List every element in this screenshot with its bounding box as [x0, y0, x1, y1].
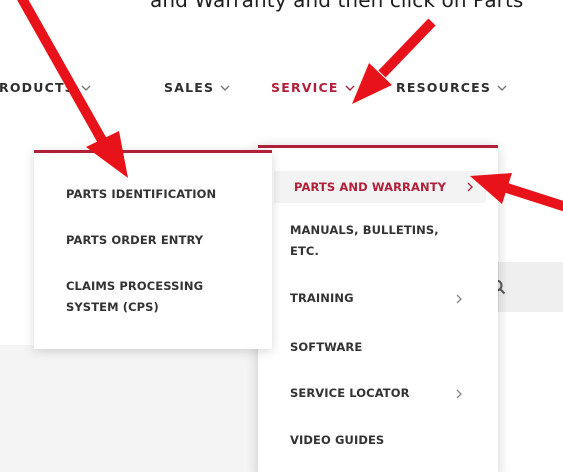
nav-service-label: SERVICE	[271, 80, 339, 95]
menu-item-label: PARTS AND WARRANTY	[294, 180, 447, 194]
screenshot-stage: and Warranty and then click on Parts ROD…	[0, 0, 563, 472]
menu-item-label: TRAINING	[290, 291, 354, 305]
menu-item-label: SERVICE LOCATOR	[290, 386, 410, 400]
service-dropdown-menu: PARTS AND WARRANTY MANUALS, BULLETINS, E…	[258, 145, 498, 472]
chevron-down-icon	[81, 85, 91, 91]
submenu-item-label: PARTS IDENTIFICATION	[66, 187, 217, 201]
menu-item-software[interactable]: SOFTWARE	[290, 337, 480, 358]
menu-item-training[interactable]: TRAINING	[290, 288, 480, 309]
instruction-caption: and Warranty and then click on Parts	[150, 0, 524, 12]
page-background-band	[0, 345, 258, 472]
search-box[interactable]	[498, 262, 563, 312]
nav-sales-label: SALES	[164, 80, 215, 95]
menu-item-parts-and-warranty[interactable]: PARTS AND WARRANTY	[274, 171, 486, 203]
submenu-item-claims-processing[interactable]: CLAIMS PROCESSING SYSTEM (CPS)	[66, 276, 236, 318]
nav-resources[interactable]: RESOURCES	[396, 80, 507, 95]
chevron-right-icon	[456, 294, 462, 304]
menu-item-label: VIDEO GUIDES	[290, 433, 385, 447]
submenu-item-parts-order-entry[interactable]: PARTS ORDER ENTRY	[66, 230, 256, 251]
chevron-down-icon	[497, 85, 507, 91]
nav-service[interactable]: SERVICE	[271, 80, 355, 95]
menu-item-video-guides[interactable]: VIDEO GUIDES	[290, 430, 480, 451]
nav-products-label: RODUCTS	[0, 80, 75, 95]
parts-and-warranty-submenu: PARTS IDENTIFICATION PARTS ORDER ENTRY C…	[34, 150, 272, 349]
menu-item-manuals-bulletins[interactable]: MANUALS, BULLETINS, ETC.	[290, 220, 460, 262]
submenu-item-label: PARTS ORDER ENTRY	[66, 233, 204, 247]
nav-resources-label: RESOURCES	[396, 80, 492, 95]
chevron-down-icon	[220, 85, 230, 91]
nav-products[interactable]: RODUCTS	[0, 80, 91, 95]
menu-item-service-locator[interactable]: SERVICE LOCATOR	[290, 383, 480, 404]
chevron-right-icon	[467, 182, 473, 192]
submenu-item-label: CLAIMS PROCESSING SYSTEM (CPS)	[66, 279, 204, 314]
chevron-down-icon	[345, 85, 355, 91]
chevron-right-icon	[456, 389, 462, 399]
nav-sales[interactable]: SALES	[164, 80, 230, 95]
menu-item-label: SOFTWARE	[290, 340, 363, 354]
submenu-item-parts-identification[interactable]: PARTS IDENTIFICATION	[66, 184, 256, 205]
menu-item-label: MANUALS, BULLETINS, ETC.	[290, 223, 439, 258]
